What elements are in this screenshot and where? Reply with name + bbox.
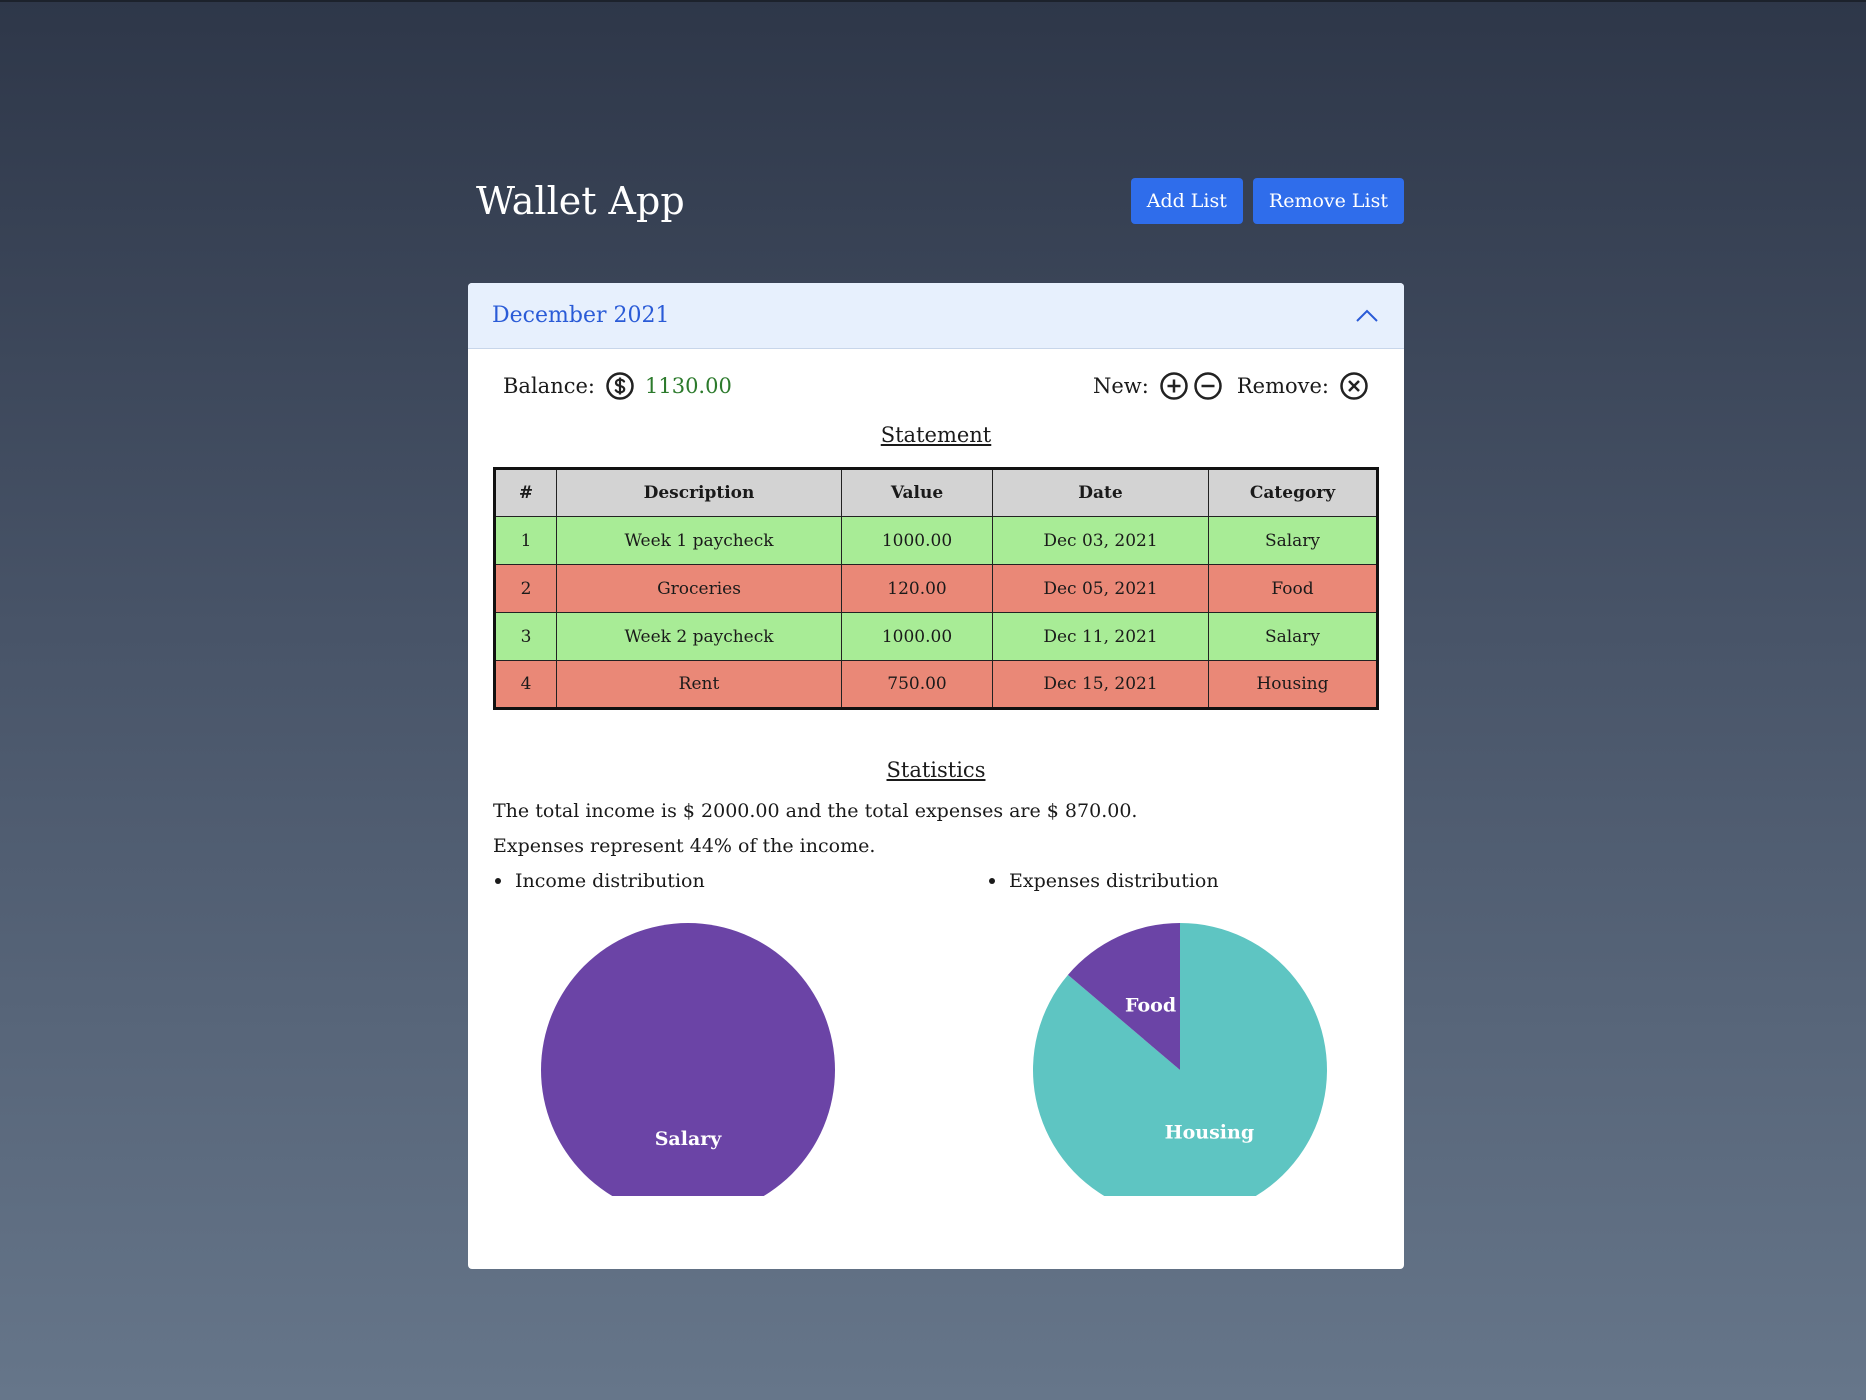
income-distribution: Income distribution Salary: [493, 866, 989, 1217]
distribution-charts: Income distribution Salary Expenses dist…: [493, 866, 1379, 1217]
actions-group: New: Remove:: [1093, 371, 1369, 401]
column-header-value: Value: [841, 468, 993, 517]
balance-value: 1130.00: [644, 374, 732, 398]
cell-date: Dec 03, 2021: [992, 516, 1209, 565]
column-header-category: Category: [1208, 468, 1378, 517]
statement-title: Statement: [880, 423, 992, 447]
cell-number: 1: [494, 516, 557, 565]
cell-value: 750.00: [841, 660, 993, 709]
app-title: Wallet App: [476, 179, 685, 223]
income-distribution-text: Income distribution: [515, 870, 705, 892]
table-header-row: # Description Value Date Category: [494, 468, 1378, 517]
balance-label: Balance:: [503, 374, 595, 398]
balance-group: Balance: 1130.00: [503, 371, 732, 401]
cell-value: 1000.00: [841, 516, 993, 565]
cell-category: Food: [1208, 564, 1378, 613]
cell-description: Week 1 paycheck: [556, 516, 842, 565]
expenses-distribution: Expenses distribution Housing Food: [989, 866, 1404, 1217]
cell-category: Salary: [1208, 516, 1378, 565]
statement-table: # Description Value Date Category 1 Week…: [493, 467, 1379, 710]
balance-row: Balance: 1130.00 New: Remove:: [493, 349, 1379, 423]
list-card-body: Balance: 1130.00 New: Remove: Statement …: [468, 349, 1404, 1217]
cell-date: Dec 15, 2021: [992, 660, 1209, 709]
chevron-up-icon[interactable]: [1354, 303, 1380, 329]
app-header: Wallet App Add List Remove List: [468, 176, 1404, 226]
add-list-button[interactable]: Add List: [1130, 178, 1243, 224]
bullet-icon: [989, 878, 995, 884]
cell-description: Rent: [556, 660, 842, 709]
add-entry-plus-icon[interactable]: [1159, 371, 1189, 401]
cell-number: 2: [494, 564, 557, 613]
remove-entry-x-icon[interactable]: [1339, 371, 1369, 401]
remove-label: Remove:: [1236, 374, 1329, 398]
statistics-summary: The total income is $ 2000.00 and the to…: [493, 794, 1379, 864]
table-row[interactable]: 1 Week 1 paycheck 1000.00 Dec 03, 2021 S…: [494, 516, 1378, 565]
column-header-description: Description: [556, 468, 842, 517]
cell-date: Dec 05, 2021: [992, 564, 1209, 613]
income-distribution-label: Income distribution: [493, 866, 989, 896]
cell-number: 3: [494, 612, 557, 661]
cell-value: 1000.00: [841, 612, 993, 661]
cell-date: Dec 11, 2021: [992, 612, 1209, 661]
column-header-number: #: [494, 468, 557, 517]
expenses-distribution-label: Expenses distribution: [989, 866, 1404, 896]
list-card-header[interactable]: December 2021: [468, 283, 1404, 349]
add-expense-minus-icon[interactable]: [1193, 371, 1223, 401]
header-actions: Add List Remove List: [1130, 178, 1404, 224]
table-row[interactable]: 2 Groceries 120.00 Dec 05, 2021 Food: [494, 564, 1378, 613]
cell-description: Week 2 paycheck: [556, 612, 842, 661]
list-title: December 2021: [492, 303, 670, 328]
cell-description: Groceries: [556, 564, 842, 613]
pie-label-salary: Salary: [655, 1128, 723, 1150]
pie-label-housing: Housing: [1165, 1122, 1254, 1144]
statistics-line-percentage: Expenses represent 44% of the income.: [493, 835, 876, 857]
pie-label-food: Food: [1125, 994, 1176, 1016]
dollar-circle-icon: [605, 371, 635, 401]
column-header-date: Date: [992, 468, 1209, 517]
top-border-line: [0, 0, 1866, 2]
cell-category: Housing: [1208, 660, 1378, 709]
table-row[interactable]: 3 Week 2 paycheck 1000.00 Dec 11, 2021 S…: [494, 612, 1378, 661]
cell-number: 4: [494, 660, 557, 709]
expenses-pie-chart: Housing Food: [1033, 923, 1327, 1217]
expenses-distribution-text: Expenses distribution: [1009, 870, 1219, 892]
table-row[interactable]: 4 Rent 750.00 Dec 15, 2021 Housing: [494, 660, 1378, 709]
cell-category: Salary: [1208, 612, 1378, 661]
income-pie-chart: Salary: [541, 923, 835, 1217]
statistics-line-totals: The total income is $ 2000.00 and the to…: [493, 800, 1138, 822]
list-card: December 2021 Balance: 1130.00 New: Remo…: [468, 283, 1404, 1269]
remove-list-button[interactable]: Remove List: [1252, 178, 1404, 224]
cell-value: 120.00: [841, 564, 993, 613]
statistics-title: Statistics: [886, 758, 986, 782]
new-label: New:: [1092, 374, 1149, 398]
bullet-icon: [495, 878, 501, 884]
pie-slice-salary: [541, 923, 835, 1217]
